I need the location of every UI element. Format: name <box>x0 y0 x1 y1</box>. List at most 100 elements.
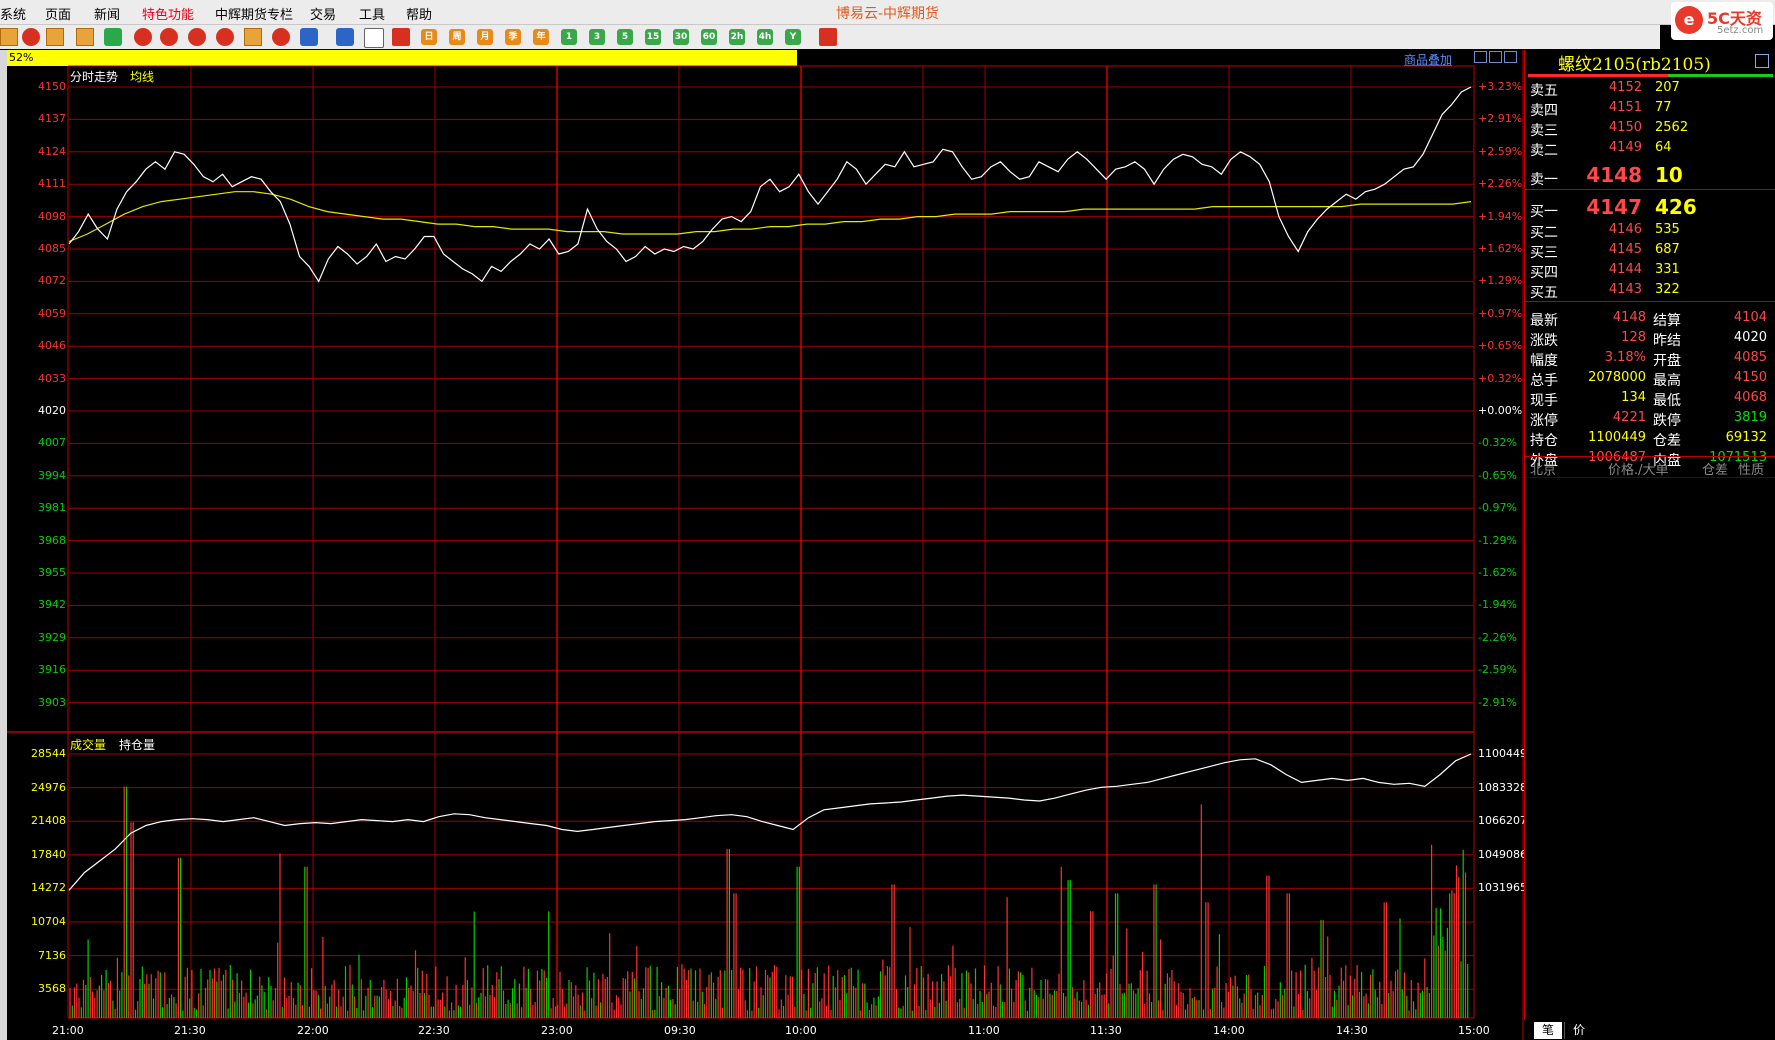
tick-icon[interactable] <box>392 28 410 46</box>
period-y[interactable]: Y <box>785 29 801 45</box>
stat-value: 2078000 <box>1588 370 1646 385</box>
tab-ticks[interactable]: 笔 <box>1534 1022 1562 1039</box>
home-icon[interactable] <box>22 28 40 46</box>
bottom-tabs: 笔 价 <box>1524 1020 1775 1040</box>
stat-value: 4104 <box>1733 310 1767 325</box>
volume-axis-label: 21408 <box>31 814 66 828</box>
price-axis-label: 4098 <box>38 209 66 223</box>
percent-axis-label: +2.91% <box>1478 112 1523 126</box>
new-icon[interactable] <box>300 28 318 46</box>
percent-axis-label: -1.94% <box>1478 598 1517 612</box>
percent-axis-label: -2.59% <box>1478 663 1517 677</box>
bid-row[interactable]: 买三 4145 687 <box>1530 242 1770 261</box>
period-5m[interactable]: 5 <box>617 29 633 45</box>
left-side-strip[interactable] <box>0 50 7 1040</box>
refresh-icon[interactable] <box>104 28 122 46</box>
stat-value: 3819 <box>1733 410 1767 425</box>
percent-axis-label: -1.62% <box>1478 566 1517 579</box>
percent-axis-label: +1.29% <box>1478 274 1523 288</box>
price-axis-label: 3916 <box>38 663 66 677</box>
open-interest-legend: 持仓量 <box>119 738 156 752</box>
period-month[interactable]: 月 <box>477 29 493 45</box>
price-axis-label: 4007 <box>38 436 66 450</box>
window-icon[interactable] <box>188 28 206 46</box>
period-year[interactable]: 年 <box>533 29 549 45</box>
volume-axis-label: 24976 <box>31 780 66 794</box>
menu-bar: 系统 页面 新闻 特色功能 中辉期货专栏 交易 工具 帮助 博易云-中辉期货 <box>0 0 1775 25</box>
table-icon[interactable] <box>336 28 354 46</box>
period-15m[interactable]: 15 <box>645 29 661 45</box>
price-axis-label: 4085 <box>38 242 66 255</box>
zoom-out-icon[interactable] <box>160 28 178 46</box>
percent-axis-label: +0.65% <box>1478 339 1523 353</box>
time-axis-label: 15:00 <box>1458 1024 1490 1037</box>
ask-row[interactable]: 卖四 4151 77 <box>1530 100 1770 119</box>
ask-row[interactable]: 卖三 4150 2562 <box>1530 120 1770 139</box>
calendar-icon[interactable] <box>819 28 837 46</box>
bid-strength-bar <box>1668 74 1773 77</box>
stat-value: 128 <box>1621 330 1646 345</box>
overlay-commodity-link[interactable]: 商品叠加 <box>1404 51 1452 68</box>
time-axis-label: 22:30 <box>418 1024 450 1037</box>
chart-next-icon[interactable] <box>1504 51 1517 63</box>
period-3m[interactable]: 3 <box>589 29 605 45</box>
period-4h[interactable]: 4h <box>757 29 773 45</box>
stat-value: 134 <box>1621 390 1646 405</box>
stat-value: 69132 <box>1725 430 1767 445</box>
database-icon[interactable] <box>46 28 64 46</box>
volume-axis-label: 28544 <box>31 747 66 760</box>
divider <box>1525 477 1775 478</box>
percent-axis-label: +1.94% <box>1478 209 1523 223</box>
intraday-chart-icon[interactable] <box>364 28 384 48</box>
draw-icon[interactable] <box>216 28 234 46</box>
stat-value: 4148 <box>1612 310 1646 325</box>
news-icon[interactable] <box>76 28 94 46</box>
period-1m[interactable]: 1 <box>561 29 577 45</box>
ask-row-best[interactable]: 卖一 4148 10 <box>1530 163 1770 188</box>
maximize-icon[interactable] <box>1755 54 1769 68</box>
ask-row[interactable]: 卖二 4149 64 <box>1530 140 1770 159</box>
ask-row[interactable]: 卖五 4152 207 <box>1530 80 1770 99</box>
time-axis-label: 14:30 <box>1336 1024 1368 1037</box>
bid-row[interactable]: 买五 4143 322 <box>1530 282 1770 301</box>
volume-axis-label: 14272 <box>31 881 66 895</box>
percent-axis-label: -0.32% <box>1478 436 1517 450</box>
period-30m[interactable]: 30 <box>673 29 689 45</box>
chart-area[interactable] <box>7 50 1524 1040</box>
filter-icon[interactable] <box>272 28 290 46</box>
period-60m[interactable]: 60 <box>701 29 717 45</box>
tick-col-oi-diff: 仓差 <box>1702 463 1729 478</box>
tab-price[interactable]: 价 <box>1564 1022 1593 1039</box>
logo-icon: e <box>1675 6 1703 34</box>
period-quarter[interactable]: 季 <box>505 29 521 45</box>
period-2h[interactable]: 2h <box>729 29 745 45</box>
bid-row-best[interactable]: 买一 4147 426 <box>1530 195 1770 220</box>
price-axis-label: 3994 <box>38 468 66 482</box>
contract-title: 螺纹2105(rb2105) <box>1558 55 1711 75</box>
loading-progress-bar <box>7 50 798 66</box>
chart-prev-icon[interactable] <box>1474 51 1487 63</box>
quote-stat-row: 总手 2078000 最高 4150 <box>1530 370 1770 389</box>
quote-stat-row: 幅度 3.18% 开盘 4085 <box>1530 350 1770 369</box>
zoom-in-icon[interactable] <box>134 28 152 46</box>
quote-panel: 螺纹2105(rb2105) 卖五 4152 207 卖四 4151 77 卖三 4150… <box>1524 50 1775 1040</box>
logo-url: 5etz.com <box>1717 25 1764 36</box>
stat-value: 4020 <box>1733 330 1767 345</box>
price-axis-label: 3903 <box>38 695 66 709</box>
stat-label: 现手 <box>1530 393 1558 409</box>
bid-row[interactable]: 买二 4146 535 <box>1530 222 1770 241</box>
period-day[interactable]: 日 <box>421 29 437 45</box>
period-week[interactable]: 周 <box>449 29 465 45</box>
price-axis-label: 4033 <box>38 371 66 385</box>
stat-value: 4150 <box>1733 370 1767 385</box>
price-axis-label: 3981 <box>38 501 66 515</box>
price-axis-label: 4124 <box>38 144 66 158</box>
open-folder-icon[interactable] <box>0 28 18 46</box>
palette-icon[interactable] <box>244 28 262 46</box>
time-axis-label: 21:30 <box>174 1024 206 1037</box>
bid-row[interactable]: 买四 4144 331 <box>1530 262 1770 281</box>
chart-split-icon[interactable] <box>1489 51 1502 63</box>
price-axis-label: 4020 <box>38 404 66 417</box>
open-interest-axis-label: 1049086 <box>1478 847 1527 861</box>
tick-col-price: 价格 <box>1608 463 1635 478</box>
